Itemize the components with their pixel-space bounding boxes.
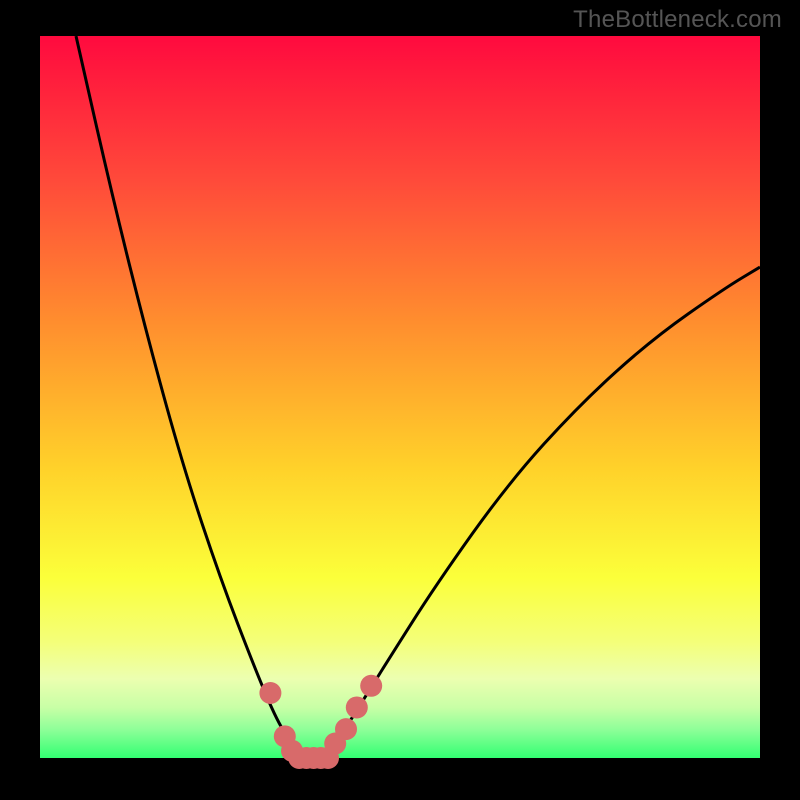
watermark-text: TheBottleneck.com (573, 6, 782, 34)
curve-marker (346, 696, 368, 718)
plot-background (40, 36, 760, 758)
curve-marker (259, 682, 281, 704)
curve-marker (360, 675, 382, 697)
chart-container: TheBottleneck.com (0, 0, 800, 800)
bottleneck-chart (0, 0, 800, 800)
curve-marker (335, 718, 357, 740)
